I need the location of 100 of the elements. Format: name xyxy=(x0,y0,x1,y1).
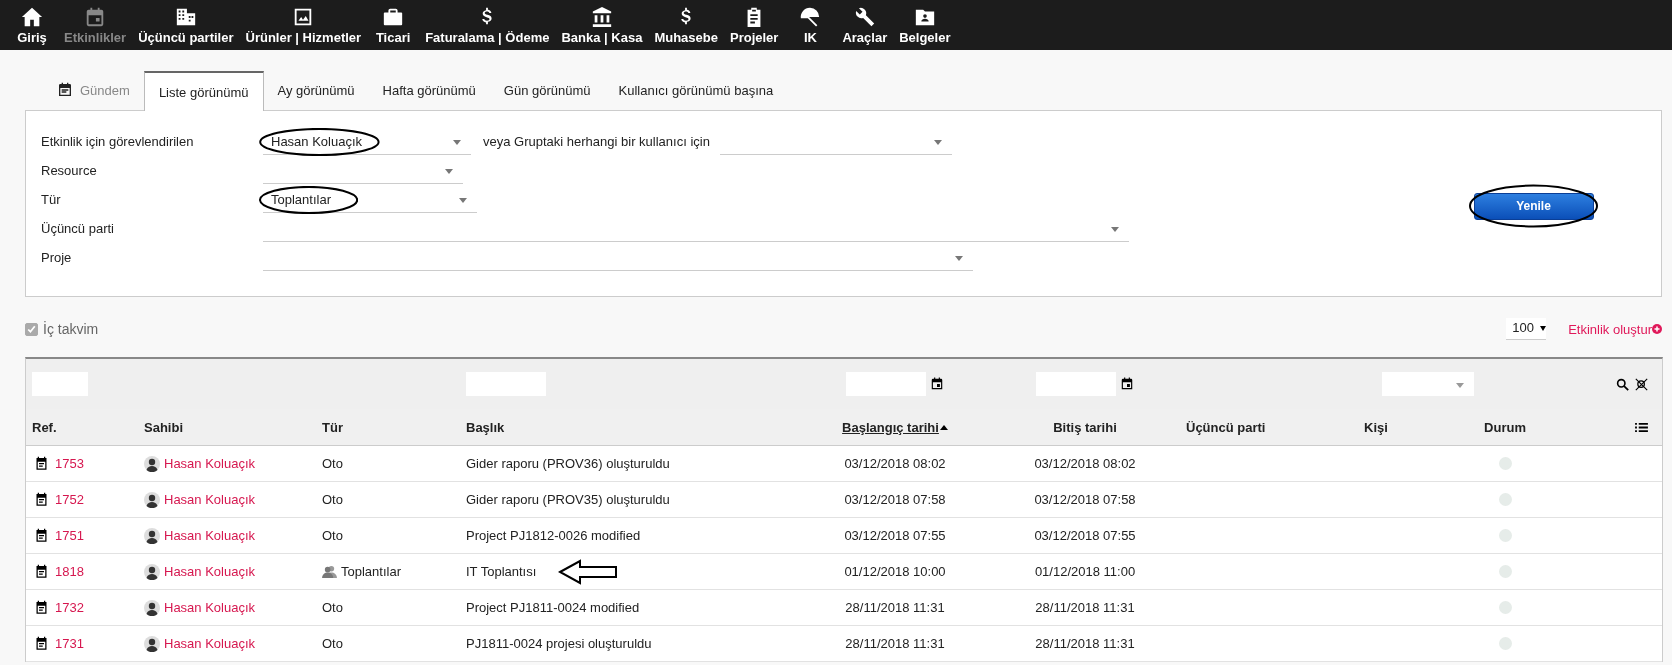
bank-icon xyxy=(590,5,613,28)
title-text: PJ1811-0024 projesi oluşturuldu xyxy=(466,636,652,651)
type-text: Oto xyxy=(322,600,343,615)
ref-link[interactable]: 1818 xyxy=(55,564,84,579)
menu-item[interactable]: Ticari xyxy=(367,0,420,50)
menu-item[interactable]: Etkinlikler xyxy=(58,0,133,50)
column-header: Kişi xyxy=(1364,419,1388,435)
caret-icon xyxy=(1540,326,1547,331)
event-icon xyxy=(34,564,49,579)
column-header: Sahibi xyxy=(144,419,183,435)
avatar-icon xyxy=(144,527,160,544)
end-date-text: 03/12/2018 07:58 xyxy=(1034,492,1136,507)
status-dot xyxy=(1498,601,1512,614)
avatar-icon xyxy=(144,455,160,472)
status-dot xyxy=(1498,565,1512,578)
plus-circle-icon xyxy=(1652,324,1662,334)
table-row[interactable]: 1752 Hasan Koluaçık Oto Gider raporu (PROV35) oluşturuldu 03/12/2018 07:58 03/12/2018 07:58 xyxy=(26,482,1662,518)
type-text: Oto xyxy=(322,456,343,471)
menu-item[interactable]: Ürünler | Hizmetler xyxy=(239,0,368,50)
view-tab[interactable]: Kullanıcı görünümü başına xyxy=(604,70,788,110)
table-row[interactable]: 1731 Hasan Koluaçık Oto PJ1811-0024 projesi oluşturuldu 28/11/2018 11:31 28/11/2018 11:31 xyxy=(26,626,1662,662)
title-text: Project PJ1812-0026 modified xyxy=(466,528,641,543)
type-text: Oto xyxy=(322,492,343,507)
menu-item[interactable]: Projeler xyxy=(723,0,785,50)
menu-item[interactable]: Giriş xyxy=(6,0,58,50)
home-icon xyxy=(21,5,43,28)
table-row[interactable]: 1753 Hasan Koluaçık Oto Gider raporu (PROV36) oluşturuldu 03/12/2018 08:02 03/12/2018 08:02 xyxy=(26,446,1662,482)
start-date-text: 28/11/2018 11:31 xyxy=(845,600,945,615)
ref-link[interactable]: 1751 xyxy=(55,528,84,543)
list-icon[interactable] xyxy=(1635,421,1648,433)
menu-item[interactable]: Faturalama | Ödeme xyxy=(419,0,556,50)
title-text: IT Toplantısı xyxy=(466,564,537,579)
ref-link[interactable]: 1753 xyxy=(55,456,84,471)
column-header: Ref. xyxy=(32,419,57,435)
title-text: Gider raporu (PROV36) oluşturuldu xyxy=(466,456,670,471)
clear-search-icon[interactable] xyxy=(1635,377,1648,391)
table-row[interactable]: 1751 Hasan Koluaçık Oto Project PJ1812-0026 modified 03/12/2018 07:55 03/12/2018 07:55 xyxy=(26,518,1662,554)
event-icon xyxy=(34,636,49,651)
ref-link[interactable]: 1752 xyxy=(55,492,84,507)
column-header: Bitiş tarihi xyxy=(1053,419,1117,435)
owner-link[interactable]: Hasan Koluaçık xyxy=(164,564,256,579)
filter-label: Üçüncü parti xyxy=(41,221,115,238)
column-header[interactable]: Başlangıç tarihi xyxy=(842,419,939,435)
owner-link[interactable]: Hasan Koluaçık xyxy=(164,528,256,543)
umbrella-icon xyxy=(799,5,822,28)
avatar-icon xyxy=(144,635,160,652)
status-dot xyxy=(1498,457,1512,470)
filter-select[interactable]: Toplantılar xyxy=(263,187,477,213)
menu-item[interactable]: Araçlar xyxy=(836,0,894,50)
end-date-text: 28/11/2018 11:31 xyxy=(1035,636,1135,651)
column-header: Başlık xyxy=(466,419,505,435)
view-tab[interactable]: Hafta görünümü xyxy=(368,70,490,110)
calendar-icon[interactable] xyxy=(930,377,944,391)
filter-label: Tür xyxy=(41,192,62,209)
end-date-text: 01/12/2018 11:00 xyxy=(1034,564,1136,579)
page-size-select[interactable]: 100 xyxy=(1506,318,1547,340)
table-row[interactable]: 1732 Hasan Koluaçık Oto Project PJ1811-0024 modified 28/11/2018 11:31 28/11/2018 11:31 xyxy=(26,590,1662,626)
avatar-icon xyxy=(144,599,160,616)
ref-link[interactable]: 1731 xyxy=(55,636,84,651)
status-dot xyxy=(1498,637,1512,650)
caret-icon xyxy=(445,169,453,174)
avatar-icon xyxy=(144,491,160,508)
owner-link[interactable]: Hasan Koluaçık xyxy=(164,492,256,507)
owner-link[interactable]: Hasan Koluaçık xyxy=(164,456,256,471)
search-icon[interactable] xyxy=(1616,377,1629,391)
menu-item[interactable]: IK xyxy=(784,0,837,50)
status-dot xyxy=(1498,493,1512,506)
start-date-text: 03/12/2018 07:58 xyxy=(844,492,946,507)
menu-item[interactable]: Üçüncü partiler xyxy=(132,0,240,50)
caret-icon xyxy=(933,140,942,145)
event-icon xyxy=(34,600,49,615)
column-header: Tür xyxy=(322,419,343,435)
refresh-button[interactable]: Yenile xyxy=(1473,192,1594,220)
caret-icon xyxy=(1456,383,1464,388)
avatar-icon xyxy=(144,563,160,580)
filter-select[interactable]: Hasan Koluaçık xyxy=(263,129,471,155)
title-text: Project PJ1811-0024 modified xyxy=(466,600,640,615)
owner-link[interactable]: Hasan Koluaçık xyxy=(164,600,256,615)
view-tab[interactable]: Gün görünümü xyxy=(489,70,605,110)
menu-item[interactable]: Belgeler xyxy=(893,0,957,50)
calendar-icon[interactable] xyxy=(1120,377,1134,391)
type-text: Oto xyxy=(322,636,343,651)
end-date-text: 03/12/2018 08:02 xyxy=(1034,456,1136,471)
table-row[interactable]: 1818 Hasan Koluaçık Toplantılar IT Toplantısı 01/12/2018 10:00 01/12/2018 11:00 xyxy=(26,554,1662,590)
calendar-icon xyxy=(57,82,73,98)
filter-label: Resource xyxy=(41,163,98,180)
menu-item[interactable]: Banka | Kasa xyxy=(555,0,649,50)
filter-label: Proje xyxy=(41,250,73,267)
caret-icon xyxy=(955,256,963,261)
caret-icon xyxy=(459,198,467,203)
ref-link[interactable]: 1732 xyxy=(55,600,84,615)
view-tab[interactable]: Liste görünümü xyxy=(143,71,264,111)
view-tab[interactable]: Ay görünümü xyxy=(263,70,369,110)
menu-item[interactable]: Muhasebe xyxy=(648,0,724,50)
start-date-text: 03/12/2018 08:02 xyxy=(844,456,946,471)
type-text: Toplantılar xyxy=(341,564,401,579)
create-event-link[interactable]: Etkinlik oluştur xyxy=(1568,321,1662,337)
status-filter-select[interactable] xyxy=(1382,372,1474,396)
start-date-text: 01/12/2018 10:00 xyxy=(844,564,946,579)
owner-link[interactable]: Hasan Koluaçık xyxy=(164,636,256,651)
